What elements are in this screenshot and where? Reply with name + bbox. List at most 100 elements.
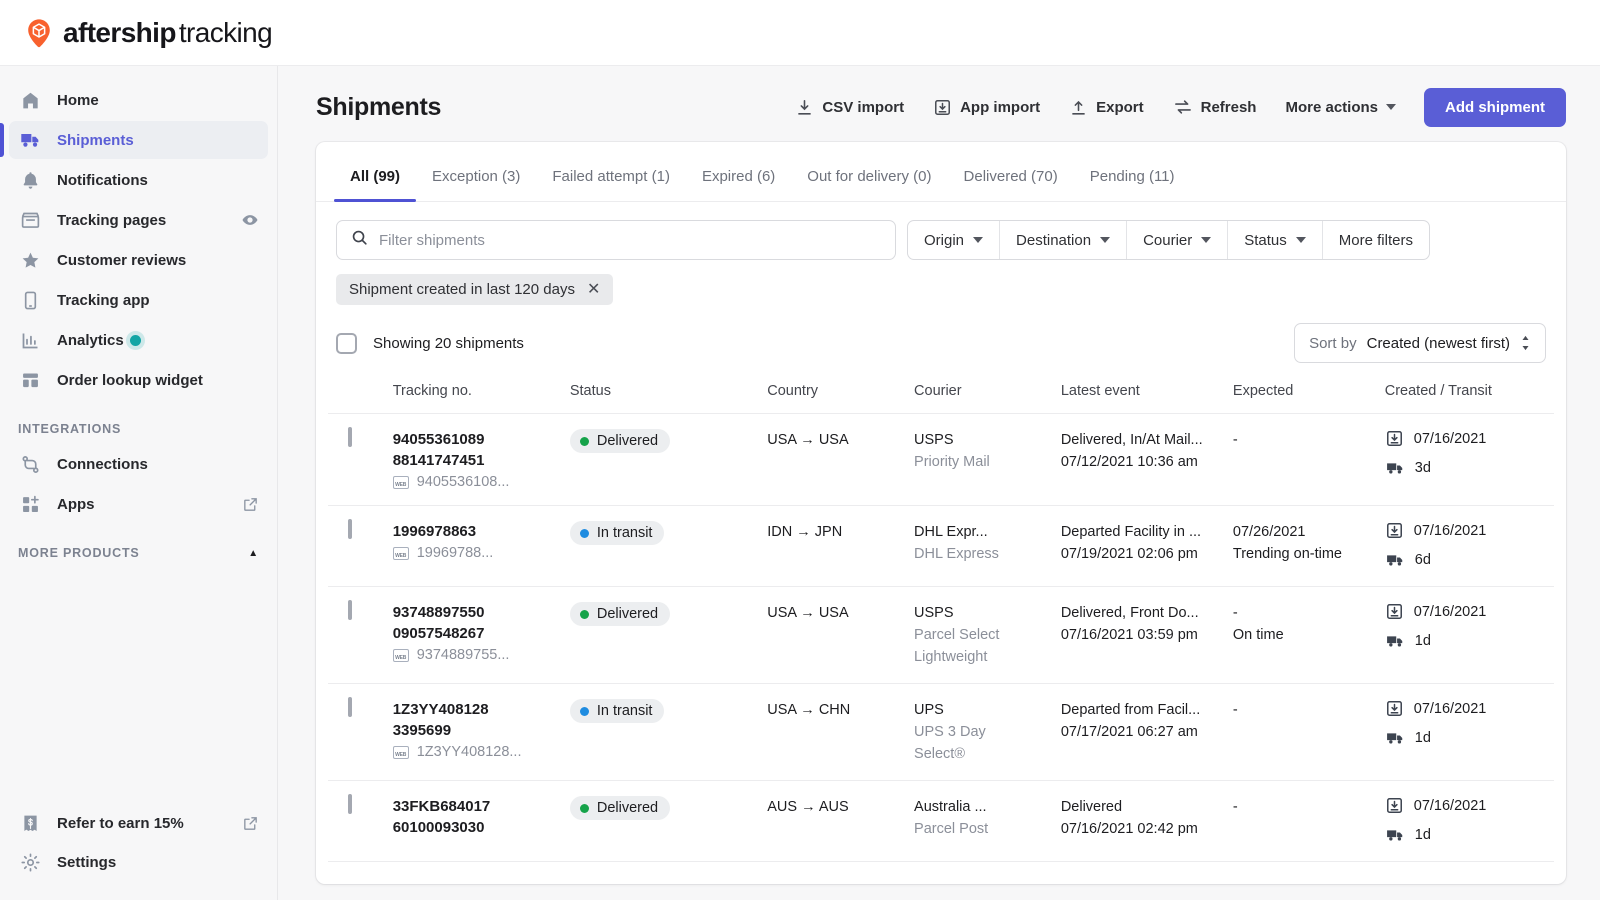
sidebar-item-label: Analytics	[57, 332, 124, 349]
col-status: Status	[562, 377, 759, 414]
tab-failed-attempt[interactable]: Failed attempt (1)	[536, 168, 686, 201]
table-row[interactable]: 1996978863WEB19969788... In transit IDN …	[328, 506, 1554, 587]
cell-courier: Australia ... Parcel Post	[906, 781, 1053, 862]
inbox-download-icon	[1385, 602, 1404, 621]
courier-name: UPS	[914, 699, 1045, 721]
tracking-number[interactable]: 1996978863	[393, 521, 554, 542]
tracking-number[interactable]: 33FKB684017	[393, 796, 554, 817]
sidebar-item-connections[interactable]: Connections	[9, 445, 268, 483]
cell-status: In transit	[562, 506, 759, 587]
table-row[interactable]: 1Z3YY4081283395699 WEB1Z3YY408128... In t…	[328, 684, 1554, 781]
table-row[interactable]: 9405536108988141747451WEB9405536108... D…	[328, 414, 1554, 506]
tracking-number[interactable]: 60100093030	[393, 817, 554, 838]
cell-created-transit: 07/16/2021 1d	[1377, 587, 1554, 684]
created-row: 07/16/2021	[1385, 796, 1546, 817]
row-checkbox[interactable]	[348, 600, 352, 620]
tab-exception[interactable]: Exception (3)	[416, 168, 536, 201]
tracking-number[interactable]: 3395699	[393, 720, 554, 741]
close-icon[interactable]: ✕	[587, 282, 600, 298]
row-checkbox[interactable]	[348, 697, 352, 717]
filter-chip-date-range[interactable]: Shipment created in last 120 days ✕	[336, 274, 613, 305]
eye-icon[interactable]	[241, 211, 259, 229]
sidebar-item-apps[interactable]: Apps	[9, 485, 268, 523]
cell-latest-event: Delivered, Front Do... 07/16/2021 03:59 …	[1053, 587, 1225, 684]
cell-created-transit: 07/16/2021 6d	[1377, 506, 1554, 587]
tracking-number[interactable]: 1Z3YY408128	[393, 699, 554, 720]
created-row: 07/16/2021	[1385, 602, 1546, 623]
csv-import-button[interactable]: CSV import	[784, 90, 915, 125]
sidebar-item-analytics[interactable]: Analytics	[9, 321, 268, 359]
section-label: MORE PRODUCTS	[18, 546, 140, 560]
courier-name: DHL Expr...	[914, 521, 1045, 543]
filter-status[interactable]: Status	[1228, 221, 1323, 259]
cell-country: USA → CHN	[759, 684, 906, 781]
tracking-number[interactable]: 93748897550	[393, 602, 554, 623]
add-shipment-button[interactable]: Add shipment	[1424, 88, 1566, 127]
filter-destination[interactable]: Destination	[1000, 221, 1127, 259]
filter-courier[interactable]: Courier	[1127, 221, 1228, 259]
tracking-number[interactable]: 94055361089	[393, 429, 554, 450]
select-all-checkbox[interactable]	[336, 333, 357, 354]
refresh-button[interactable]: Refresh	[1162, 89, 1268, 125]
row-checkbox[interactable]	[348, 794, 352, 814]
active-filters: Shipment created in last 120 days ✕	[316, 260, 1566, 305]
upload-icon	[1069, 98, 1088, 117]
row-select-cell	[328, 781, 385, 862]
more-actions-button[interactable]: More actions	[1274, 91, 1407, 124]
list-toolbar: Showing 20 shipments Sort by Created (ne…	[316, 305, 1566, 377]
cell-expected: -	[1225, 414, 1377, 506]
row-checkbox[interactable]	[348, 427, 352, 447]
sidebar-item-label: Shipments	[57, 132, 134, 149]
sort-updown-icon	[1520, 335, 1531, 351]
cell-status: Delivered	[562, 587, 759, 684]
cell-country: USA → USA	[759, 587, 906, 684]
cell-status: In transit	[562, 684, 759, 781]
search-input[interactable]: Filter shipments	[336, 220, 896, 260]
filter-origin[interactable]: Origin	[908, 221, 1000, 259]
sidebar-item-refer[interactable]: Refer to earn 15%	[9, 804, 268, 842]
cell-created-transit: 07/16/2021 1d	[1377, 781, 1554, 862]
row-checkbox[interactable]	[348, 519, 352, 539]
table-head: Tracking no. Status Country Courier Late…	[328, 377, 1554, 414]
status-tabs: All (99) Exception (3) Failed attempt (1…	[316, 142, 1566, 202]
sidebar-item-settings[interactable]: Settings	[9, 843, 268, 881]
external-link-icon[interactable]	[242, 496, 259, 513]
brand-wordmark: aftershiptracking	[63, 17, 272, 49]
sidebar-item-shipments[interactable]: Shipments	[9, 121, 268, 159]
sidebar-section-more-products[interactable]: MORE PRODUCTS ▲	[0, 546, 277, 560]
tab-out-for-delivery[interactable]: Out for delivery (0)	[791, 168, 947, 201]
tracking-number[interactable]: 88141747451	[393, 450, 554, 471]
tracking-number[interactable]: 09057548267	[393, 623, 554, 644]
app-import-button[interactable]: App import	[922, 90, 1051, 125]
external-link-icon[interactable]	[242, 815, 259, 832]
tab-expired[interactable]: Expired (6)	[686, 168, 791, 201]
courier-name: Australia ...	[914, 796, 1045, 818]
tracking-source: WEB1Z3YY408128...	[393, 744, 554, 760]
sidebar-item-order-lookup-widget[interactable]: Order lookup widget	[9, 361, 268, 399]
sort-by-dropdown[interactable]: Sort by Created (newest first)	[1294, 323, 1546, 363]
search-placeholder: Filter shipments	[379, 232, 485, 249]
sidebar-item-tracking-app[interactable]: Tracking app	[9, 281, 268, 319]
sidebar-item-customer-reviews[interactable]: Customer reviews	[9, 241, 268, 279]
table-row[interactable]: 9374889755009057548267WEB9374889755... D…	[328, 587, 1554, 684]
export-button[interactable]: Export	[1058, 90, 1155, 125]
cell-courier: UPS UPS 3 DaySelect®	[906, 684, 1053, 781]
search-icon	[350, 228, 369, 252]
tab-all[interactable]: All (99)	[334, 168, 416, 201]
filter-more-filters[interactable]: More filters	[1323, 221, 1429, 259]
cell-created-transit: 07/16/2021 1d	[1377, 684, 1554, 781]
sidebar-item-tracking-pages[interactable]: Tracking pages	[9, 201, 268, 239]
sidebar-item-home[interactable]: Home	[9, 81, 268, 119]
chevron-up-icon[interactable]: ▲	[248, 548, 259, 559]
tab-delivered[interactable]: Delivered (70)	[948, 168, 1074, 201]
tab-pending[interactable]: Pending (11)	[1074, 168, 1191, 201]
cell-tracking-no: 9374889755009057548267WEB9374889755...	[385, 587, 562, 684]
sidebar-item-notifications[interactable]: Notifications	[9, 161, 268, 199]
sidebar-item-label: Apps	[57, 496, 95, 513]
sidebar-item-label: Tracking app	[57, 292, 150, 309]
table-row[interactable]: 33FKB68401760100093030 Delivered AUS → A…	[328, 781, 1554, 862]
transit-row: 3d	[1385, 458, 1546, 479]
refresh-icon	[1173, 97, 1193, 117]
sidebar-item-label: Tracking pages	[57, 212, 166, 229]
chevron-down-icon	[1100, 237, 1110, 243]
